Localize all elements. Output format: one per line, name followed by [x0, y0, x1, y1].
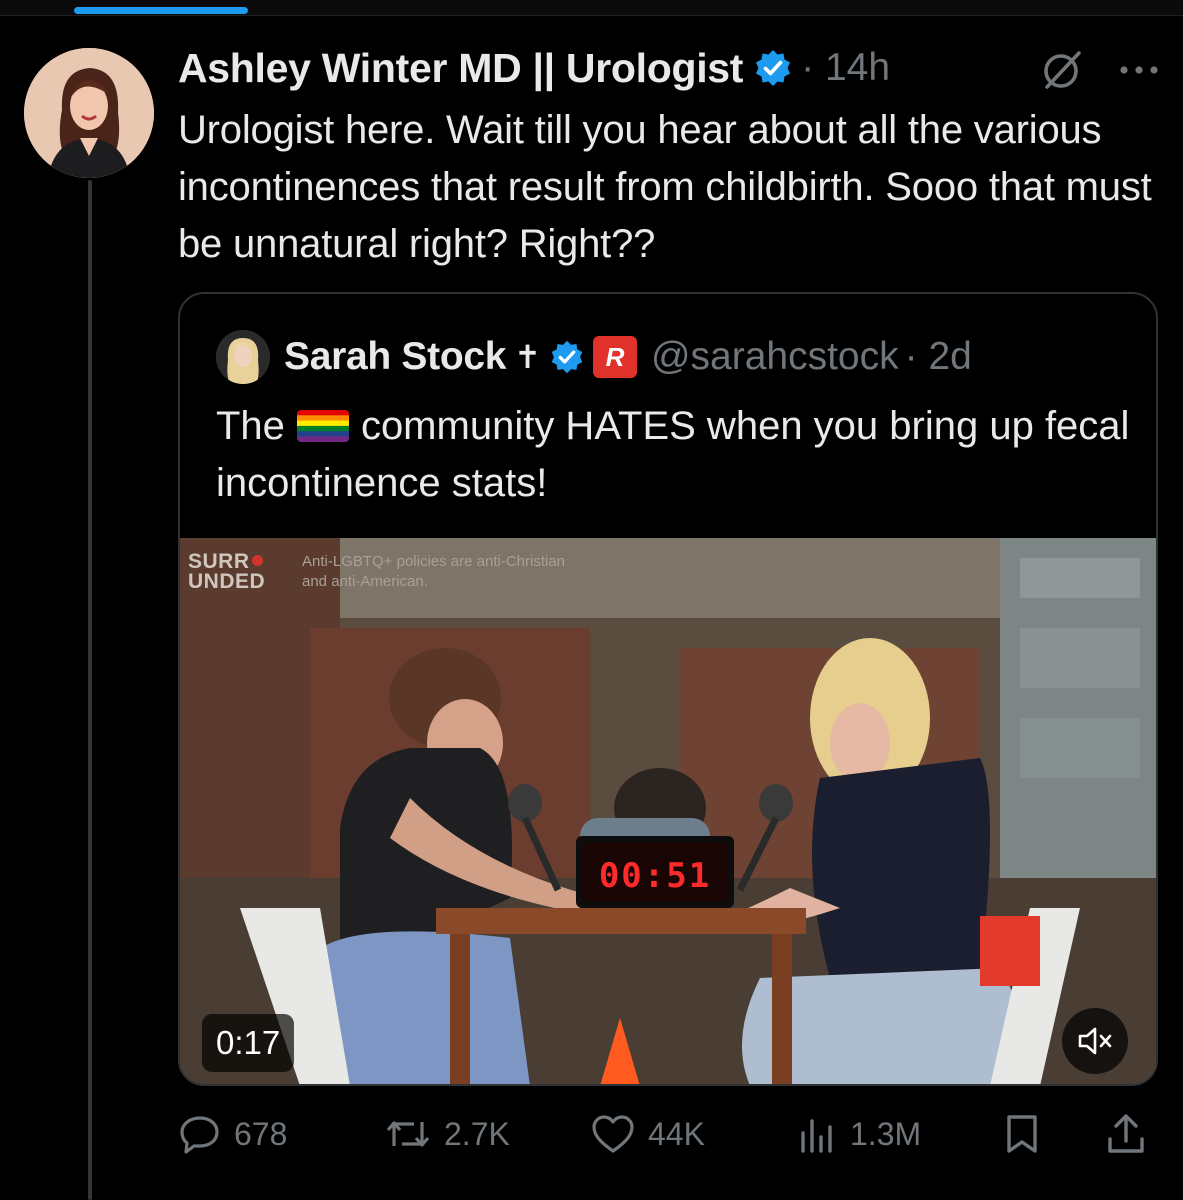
author-avatar-photo — [24, 48, 154, 178]
video-player[interactable]: SURR UNDED Anti-LGBTQ+ policies are anti… — [180, 538, 1156, 1084]
affiliate-badge-icon: R — [592, 336, 637, 378]
repost-button[interactable]: 2.7K — [384, 1108, 510, 1160]
active-tab-indicator — [74, 7, 248, 14]
quoted-author-name[interactable]: Sarah Stock — [284, 335, 506, 379]
quoted-author-handle[interactable]: @sarahcstock — [651, 335, 899, 379]
quoted-timestamp[interactable]: · 2d — [905, 335, 972, 379]
post-text: Urologist here. Wait till you hear about… — [178, 108, 1152, 266]
header-icons — [1040, 50, 1162, 90]
quoted-author-avatar[interactable] — [216, 330, 270, 384]
views-count: 1.3M — [850, 1115, 922, 1152]
quoted-avatar-photo — [216, 330, 270, 384]
video-duration-badge: 0:17 — [202, 1014, 295, 1072]
reply-count: 678 — [234, 1115, 288, 1152]
author-avatar[interactable] — [24, 48, 154, 178]
heart-icon — [592, 1115, 634, 1153]
post-actions-bar: 678 2.7K 44K 1.3M — [178, 1108, 1158, 1160]
reply-icon — [180, 1116, 219, 1154]
cross-glyph: ✝ — [514, 339, 541, 375]
verified-badge-icon — [756, 50, 791, 86]
video-caption: Anti-LGBTQ+ policies are anti-Christian … — [302, 553, 566, 590]
repost-count: 2.7K — [444, 1115, 510, 1152]
like-button[interactable]: 44K — [590, 1108, 705, 1160]
video-frame — [180, 538, 1156, 1084]
post-timestamp[interactable]: · 14h — [801, 46, 890, 90]
speaker-muted-icon — [1078, 1027, 1112, 1055]
bookmark-icon — [1007, 1115, 1037, 1153]
bookmark-button[interactable] — [1004, 1108, 1040, 1160]
rainbow-flag-emoji-icon — [296, 410, 349, 442]
quoted-post[interactable]: Sarah Stock ✝ R @sarahcstock · 2d The co… — [178, 292, 1158, 1086]
quoted-text-rest: community HATES when you bring up fecal … — [216, 404, 1130, 505]
thread-connector-line — [88, 180, 92, 1200]
more-options-icon[interactable] — [1116, 50, 1162, 90]
share-button[interactable] — [1106, 1108, 1146, 1160]
views-button[interactable]: 1.3M — [798, 1108, 921, 1160]
video-watermark-logo: SURR UNDED — [188, 550, 266, 593]
analytics-icon — [801, 1119, 832, 1153]
repost-icon — [386, 1121, 430, 1147]
like-count: 44K — [648, 1115, 705, 1152]
mute-toggle-button[interactable] — [1062, 1008, 1128, 1074]
reply-button[interactable]: 678 — [178, 1108, 287, 1160]
quoted-post-header: Sarah Stock ✝ R @sarahcstock · 2d — [216, 330, 1136, 384]
top-strip — [0, 0, 1183, 16]
quoted-text-start: The — [216, 404, 285, 448]
quoted-post-text: The community HATES when you bring up fe… — [216, 398, 1136, 512]
author-name[interactable]: Ashley Winter MD || Urologist — [178, 45, 743, 92]
share-icon — [1108, 1114, 1144, 1153]
debate-timer-display: 00:51 — [598, 856, 712, 896]
quoted-verified-badge-icon — [551, 340, 583, 374]
grok-icon[interactable] — [1040, 50, 1086, 90]
post-header: Ashley Winter MD || Urologist · 14h — [178, 42, 1138, 94]
